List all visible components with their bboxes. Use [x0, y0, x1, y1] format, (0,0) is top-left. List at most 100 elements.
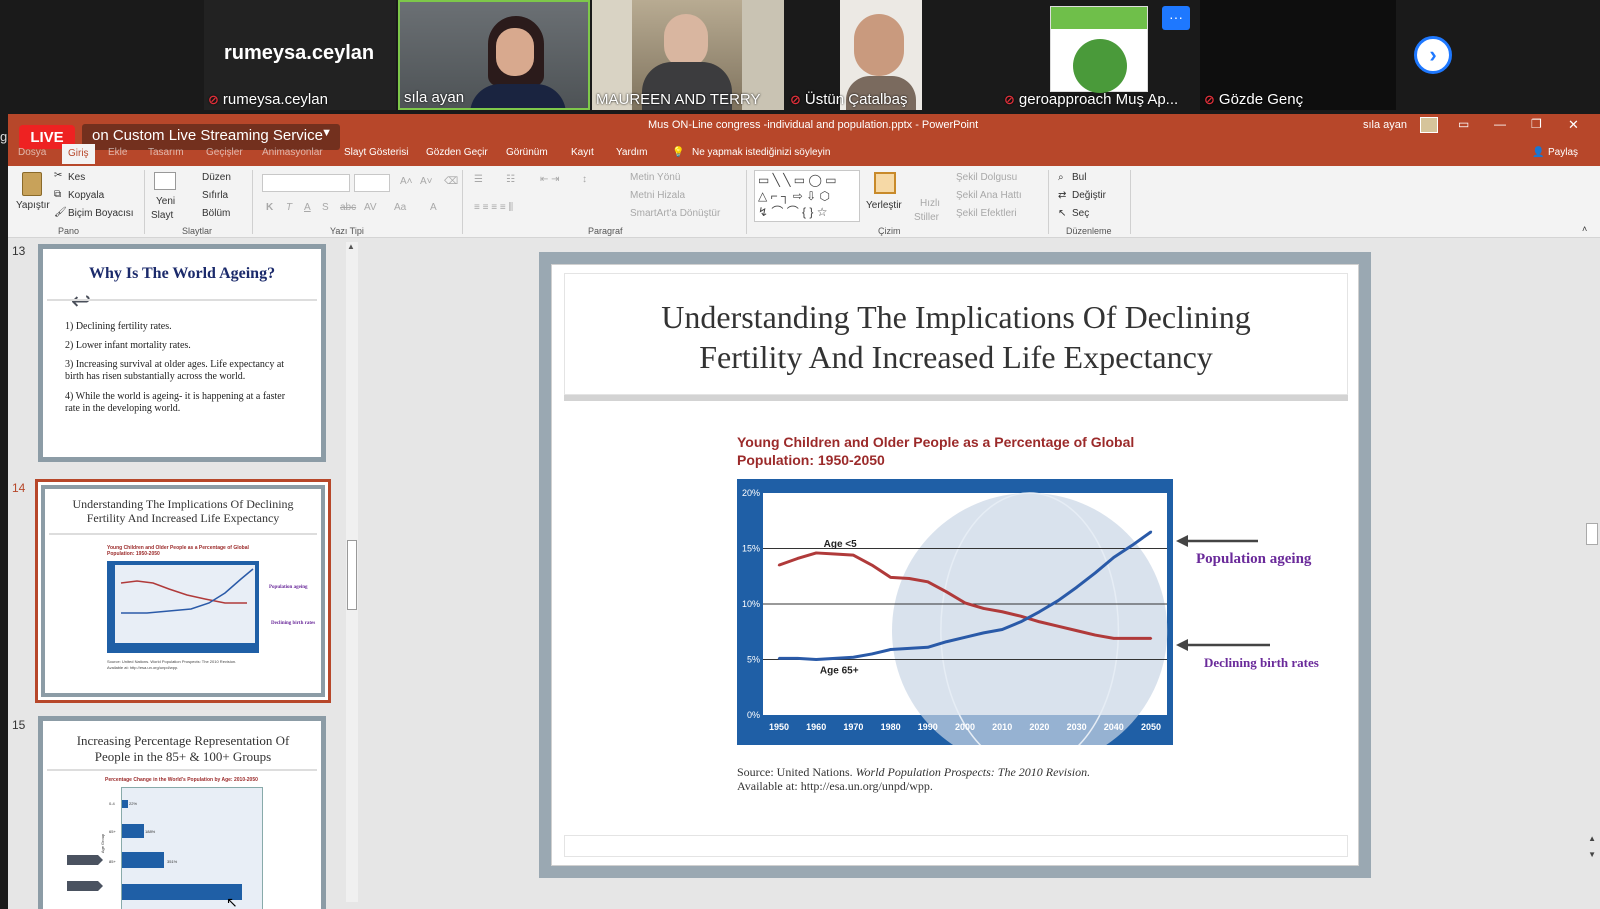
source-prefix: Source: United Nations.: [737, 765, 853, 779]
shape-effects-button[interactable]: Şekil Efektleri: [956, 208, 1017, 219]
slide-thumbnail[interactable]: Increasing Percentage Representation Of …: [38, 716, 326, 909]
grow-font-icon[interactable]: A˄: [400, 176, 413, 187]
chart-title-line: Young Children and Older People as a Per…: [737, 434, 1135, 450]
ribbon-display-options-icon[interactable]: ▭: [1458, 117, 1469, 131]
shadow-button[interactable]: S: [322, 202, 329, 213]
data-point: [1075, 586, 1078, 589]
tab-help[interactable]: Yardım: [616, 147, 648, 158]
font-color-button[interactable]: A: [430, 202, 437, 213]
share-button[interactable]: Paylaş: [1548, 147, 1578, 158]
data-point: [963, 601, 967, 605]
strikethrough-button[interactable]: abc: [340, 202, 356, 213]
font-name-select[interactable]: [262, 174, 350, 192]
participant-tile[interactable]: ⊘ Üstün Çatalbaş: [786, 0, 978, 110]
collapse-ribbon-icon[interactable]: ˄: [1582, 224, 1587, 234]
shape-fill-button[interactable]: Şekil Dolgusu: [956, 172, 1017, 183]
cut-button[interactable]: Kes: [68, 172, 85, 183]
maximize-button[interactable]: ❐: [1531, 117, 1542, 131]
shrink-font-icon[interactable]: A˅: [420, 176, 433, 187]
participant-tile[interactable]: rumeysa.ceylan ⊘ rumeysa.ceylan: [204, 0, 396, 110]
group-label-clipboard: Pano: [58, 226, 80, 236]
thumbnails-scrollbar[interactable]: ▲: [346, 242, 358, 902]
tab-review[interactable]: Gözden Geçir: [426, 147, 488, 158]
group-label-slides: Slaytlar: [182, 226, 213, 236]
participant-tile[interactable]: MAUREEN AND TERRY: [592, 0, 784, 110]
next-slide-icon[interactable]: ▼: [1588, 850, 1596, 859]
tab-design[interactable]: Tasarım: [148, 147, 184, 158]
line-spacing-icon[interactable]: ↕: [582, 174, 587, 185]
quick-styles-button[interactable]: Hızlı: [920, 198, 940, 209]
tab-slideshow[interactable]: Slayt Gösterisi: [344, 147, 408, 158]
align-text-button[interactable]: Metni Hizala: [630, 190, 685, 201]
data-point: [1038, 620, 1041, 623]
new-slide-button-line2[interactable]: Slayt: [151, 210, 173, 221]
new-slide-button[interactable]: Yeni: [156, 196, 175, 207]
next-page-button[interactable]: ›: [1414, 36, 1452, 74]
avatar[interactable]: [1420, 117, 1438, 133]
text-direction-button[interactable]: Metin Yönü: [630, 172, 680, 183]
tab-view[interactable]: Görünüm: [506, 147, 548, 158]
quick-styles-button-line2[interactable]: Stiller: [914, 212, 939, 223]
tab-home[interactable]: Giriş: [62, 144, 95, 164]
x-tick-label: 2030: [1067, 722, 1087, 732]
more-options-button[interactable]: ···: [1162, 6, 1190, 30]
layout-button[interactable]: Düzen: [202, 172, 231, 183]
paste-button[interactable]: Yapıştır: [16, 200, 50, 211]
prev-slide-icon[interactable]: ▲: [1588, 834, 1596, 843]
participant-tile[interactable]: sıla ayan: [398, 0, 590, 110]
data-point: [1094, 571, 1097, 575]
data-point: [908, 647, 911, 650]
reset-button[interactable]: Sıfırla: [202, 190, 228, 201]
participant-tile[interactable]: ··· ⊘ geroapproach Muş Ap...: [1000, 0, 1192, 110]
data-point: [1056, 625, 1060, 628]
scissors-icon: ✂: [54, 170, 63, 181]
replace-icon: ⇄: [1058, 190, 1067, 201]
underline-button[interactable]: A: [304, 202, 311, 213]
participant-tile[interactable]: ⊘ Gözde Genç: [1200, 0, 1396, 110]
x-tick-label: 2050: [1141, 722, 1161, 732]
tell-me-search[interactable]: Ne yapmak istediğinizi söyleyin: [692, 147, 830, 158]
current-slide[interactable]: Understanding The Implications Of Declin…: [539, 252, 1371, 878]
shape-outline-button[interactable]: Şekil Ana Hattı: [956, 190, 1022, 201]
spacing-button[interactable]: AV: [364, 202, 377, 213]
divider: [462, 170, 463, 234]
bold-button[interactable]: K: [266, 202, 273, 213]
numbering-icon[interactable]: ☷: [506, 174, 515, 185]
minimize-button[interactable]: —: [1494, 117, 1506, 131]
align-icons[interactable]: ≡ ≡ ≡ ≡ ⫼: [474, 202, 513, 213]
clear-format-icon[interactable]: ⌫: [444, 176, 458, 187]
italic-button[interactable]: T: [286, 202, 292, 213]
replace-button[interactable]: Değiştir: [1072, 190, 1106, 201]
arrange-button[interactable]: Yerleştir: [866, 200, 902, 211]
font-size-select[interactable]: [354, 174, 390, 192]
shapes-gallery[interactable]: ▭ ╲ ╲ ▭ ◯ ▭ △ ⌐ ┐ ⇨ ⇩ ⬡ ↯ ⌒ ⌒ { } ☆: [754, 170, 860, 222]
indent-icon[interactable]: ⇤ ⇥: [540, 174, 560, 185]
slide-thumbnail[interactable]: Why Is The World Ageing? ↩ 1) Declining …: [38, 244, 326, 462]
tab-animations[interactable]: Animasyonlar: [262, 147, 323, 158]
tab-recording[interactable]: Kayıt: [571, 147, 594, 158]
close-button[interactable]: ✕: [1568, 117, 1579, 133]
participant-video: [1050, 6, 1148, 93]
person-icon: 👤: [1532, 147, 1545, 158]
tab-insert[interactable]: Ekle: [108, 147, 127, 158]
find-button[interactable]: Bul: [1072, 172, 1086, 183]
tab-file[interactable]: Dosya: [18, 147, 46, 158]
line-chart[interactable]: 0% 5% 10% 15% 20% 1950 1960 1970 1980 1990 2000 201…: [737, 479, 1173, 745]
data-point: [1149, 530, 1153, 534]
tab-transitions[interactable]: Geçişler: [206, 147, 243, 158]
thumbnail-bar-label: 85+: [109, 859, 116, 864]
data-point: [1112, 637, 1115, 640]
user-name[interactable]: sıla ayan: [1363, 119, 1407, 131]
slide-thumbnail-selected[interactable]: Understanding The Implications Of Declin…: [35, 479, 331, 703]
smartart-button[interactable]: SmartArt'a Dönüştür: [630, 208, 720, 219]
editor-scrollbar-thumb[interactable]: [1586, 523, 1598, 545]
change-case-button[interactable]: Aa: [394, 202, 406, 213]
copy-button[interactable]: Kopyala: [68, 190, 104, 201]
section-button[interactable]: Bölüm: [202, 208, 230, 219]
select-button[interactable]: Seç: [1072, 208, 1089, 219]
bullets-icon[interactable]: ☰: [474, 174, 483, 185]
chevron-down-icon: ▼: [321, 127, 332, 139]
thumbnail-chart: [121, 787, 263, 909]
format-painter-button[interactable]: Biçim Boyacısı: [68, 208, 134, 219]
data-point: [1001, 628, 1004, 631]
